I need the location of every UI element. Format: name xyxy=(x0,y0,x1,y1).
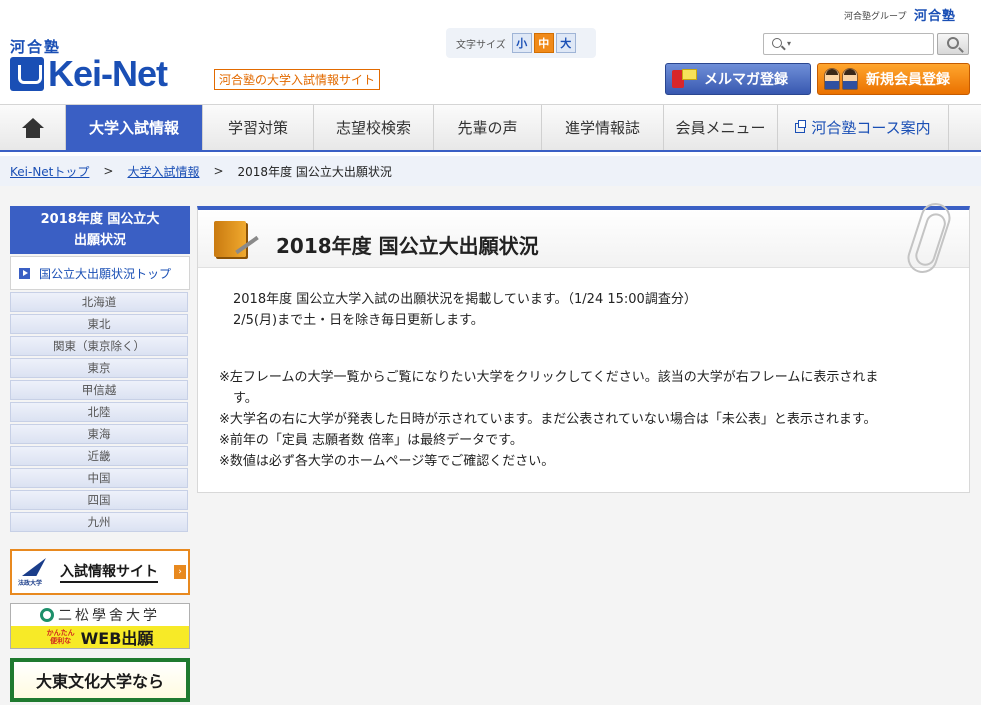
nishogakusha-subtext: かんたん 便利な xyxy=(46,629,75,645)
nishogakusha-header: 二松學舍大学 xyxy=(11,604,189,626)
breadcrumb-admissions-link[interactable]: 大学入試情報 xyxy=(127,163,199,180)
region-kyushu[interactable]: 九州 xyxy=(10,512,188,532)
site-tagline: 河合塾の大学入試情報サイト xyxy=(214,69,381,90)
region-koshinetsu[interactable]: 甲信越 xyxy=(10,380,188,400)
region-kanto[interactable]: 関東（東京除く） xyxy=(10,336,188,356)
content-panel: 2018年度 国公立大出願状況 2018年度 国公立大学入試の出願状況を掲載して… xyxy=(197,199,970,493)
nav-admissions-info[interactable]: 大学入試情報 xyxy=(66,105,203,150)
logo-text: Kei-Net xyxy=(48,53,168,94)
font-size-small-button[interactable]: 小 xyxy=(511,33,532,53)
sidebar-top-link[interactable]: 国公立大出願状況トップ xyxy=(10,256,190,290)
group-label: 河合塾グループ xyxy=(844,12,907,22)
home-icon xyxy=(21,117,44,138)
nishogakusha-web-label: WEB出願 xyxy=(80,629,154,648)
nav-home[interactable] xyxy=(0,105,66,150)
font-size-label: 文字サイズ xyxy=(456,39,506,51)
breadcrumb-home-link[interactable]: Kei-Netトップ xyxy=(10,163,89,180)
nishogakusha-web-strip: かんたん 便利な WEB出願 xyxy=(11,626,189,648)
note-line-4: ※数値は必ず各大学のホームページ等でご確認ください。 xyxy=(219,454,555,469)
search-button[interactable] xyxy=(937,33,969,55)
note-line-1-cont: す。 xyxy=(233,391,258,406)
nav-study[interactable]: 学習対策 xyxy=(203,105,314,150)
nav-course-guide-label: 河合塾コース案内 xyxy=(811,119,931,137)
content-title-bar: 2018年度 国公立大出願状況 xyxy=(198,199,969,277)
region-shikoku[interactable]: 四国 xyxy=(10,490,188,510)
nav-magazine[interactable]: 進学情報誌 xyxy=(542,105,664,150)
font-size-switcher: 文字サイズ 小 中 大 xyxy=(446,28,596,58)
people-icon xyxy=(822,66,862,92)
sidebar-heading-line2: 出願状況 xyxy=(73,233,126,248)
note-line-2: ※大学名の右に大学が発表した日時が示されています。まだ公表されていない場合は「未… xyxy=(219,412,877,427)
external-link-icon xyxy=(795,119,807,133)
site-logo[interactable]: Kei-Net xyxy=(10,53,168,94)
nav-school-search[interactable]: 志望校検索 xyxy=(314,105,434,150)
hosei-logo-icon: 法政大学 xyxy=(18,554,54,590)
region-kinki[interactable]: 近畿 xyxy=(10,446,188,466)
search-icon xyxy=(772,38,782,48)
sidebar-heading-line1: 2018年度 国公立大 xyxy=(40,212,160,227)
chevron-right-icon: › xyxy=(174,565,186,579)
hosei-banner[interactable]: 法政大学 入試情報サイト › xyxy=(10,549,190,595)
note-line-1: ※左フレームの大学一覧からご覧になりたい大学をクリックしてください。該当の大学が… xyxy=(219,370,879,385)
nav-member-menu[interactable]: 会員メニュー xyxy=(664,105,778,150)
nishogakusha-logo-icon xyxy=(40,608,54,622)
region-tohoku[interactable]: 東北 xyxy=(10,314,188,334)
region-hokuriku[interactable]: 北陸 xyxy=(10,402,188,422)
mail-magazine-label: メルマガ登録 xyxy=(704,72,788,88)
region-tokyo[interactable]: 東京 xyxy=(10,358,188,378)
search-input[interactable]: ▾ xyxy=(763,33,934,55)
breadcrumb-separator: > xyxy=(103,164,114,178)
daito-bunka-text: 大東文化大学なら xyxy=(35,672,164,691)
region-tokai[interactable]: 東海 xyxy=(10,424,188,444)
kawaijuku-group-logo[interactable]: 河合塾 xyxy=(914,5,956,24)
intro-line-1: 2018年度 国公立大学入試の出願状況を掲載しています。（1/24 15:00調… xyxy=(233,292,697,307)
nishogakusha-name: 二松學舍大学 xyxy=(58,608,160,624)
nav-course-guide[interactable]: 河合塾コース案内 xyxy=(778,105,949,150)
page-title: 2018年度 国公立大出願状況 xyxy=(276,234,539,258)
mailbox-icon xyxy=(672,68,698,90)
register-label: 新規会員登録 xyxy=(866,72,950,88)
book-logo-icon xyxy=(10,57,44,91)
sidebar-heading: 2018年度 国公立大 出願状況 xyxy=(10,206,190,254)
breadcrumb: Kei-Netトップ > 大学入試情報 > 2018年度 国公立大出願状況 xyxy=(0,156,981,186)
main-nav: 大学入試情報 学習対策 志望校検索 先輩の声 進学情報誌 会員メニュー 河合塾コ… xyxy=(0,104,981,152)
region-chugoku[interactable]: 中国 xyxy=(10,468,188,488)
note-line-3: ※前年の「定員 志願者数 倍率」は最終データです。 xyxy=(219,433,523,448)
notebook-icon xyxy=(212,219,259,263)
font-size-medium-button[interactable]: 中 xyxy=(533,33,554,53)
nav-senior-voices[interactable]: 先輩の声 xyxy=(434,105,542,150)
font-size-large-button[interactable]: 大 xyxy=(555,33,576,53)
region-hokkaido[interactable]: 北海道 xyxy=(10,292,188,312)
paperclip-icon xyxy=(903,199,955,277)
nav-spacer xyxy=(949,105,981,150)
mail-magazine-button[interactable]: メルマガ登録 xyxy=(665,63,811,95)
breadcrumb-current: 2018年度 国公立大出願状況 xyxy=(237,164,392,179)
nishogakusha-banner[interactable]: 二松學舍大学 かんたん 便利な WEB出願 xyxy=(10,603,190,649)
daito-bunka-banner[interactable]: 大東文化大学なら xyxy=(10,658,190,702)
arrow-right-icon xyxy=(19,267,30,279)
hosei-banner-text: 入試情報サイト xyxy=(60,561,158,583)
sidebar-top-link-label: 国公立大出願状況トップ xyxy=(39,266,172,281)
intro-line-2: 2/5(月)まで土・日を除き毎日更新します。 xyxy=(233,313,484,328)
magnifier-icon xyxy=(947,37,959,49)
region-list: 北海道 東北 関東（東京除く） 東京 甲信越 北陸 東海 近畿 中国 四国 九州 xyxy=(10,292,190,534)
chevron-down-icon: ▾ xyxy=(787,39,792,48)
register-button[interactable]: 新規会員登録 xyxy=(817,63,970,95)
top-strip: 河合塾グループ 河合塾 xyxy=(0,0,981,26)
breadcrumb-separator: > xyxy=(213,164,224,178)
